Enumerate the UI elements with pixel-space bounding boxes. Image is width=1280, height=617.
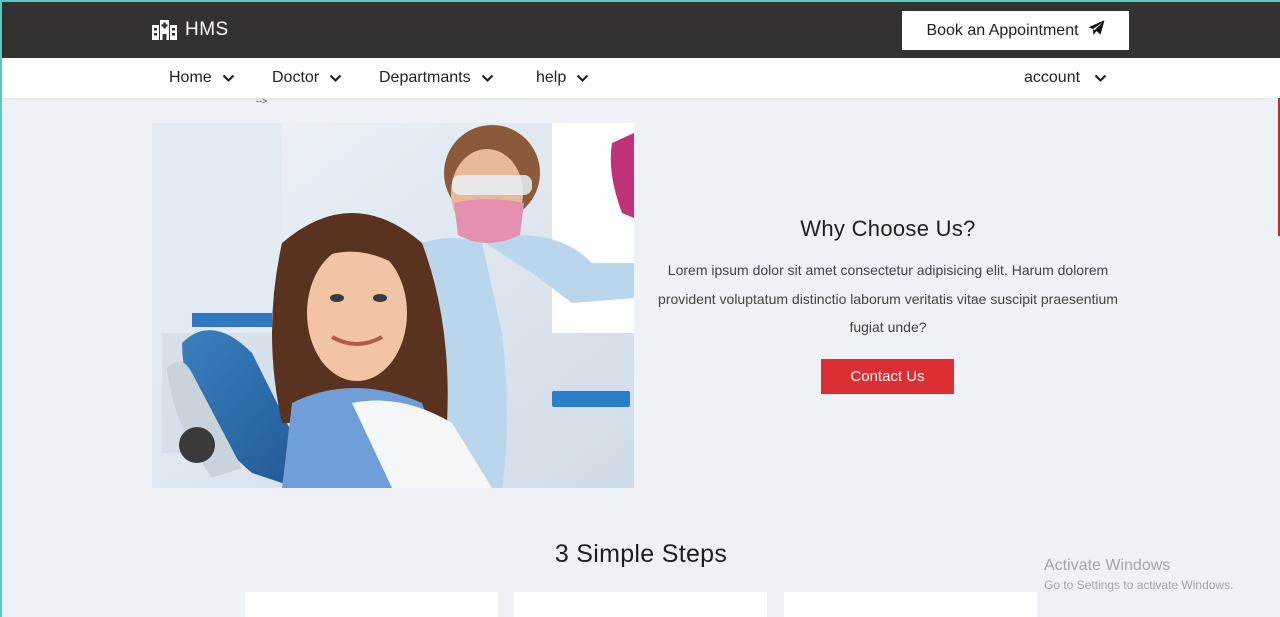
hospital-icon <box>152 20 177 40</box>
why-choose-us-text: Lorem ipsum dolor sit amet consectetur a… <box>658 262 1118 335</box>
nav-item-departments[interactable]: Departmants <box>379 58 494 98</box>
chevron-down-icon <box>329 74 342 83</box>
main-nav: Home Doctor Departmants help account <box>2 58 1280 98</box>
nav-item-home[interactable]: Home <box>169 58 235 98</box>
watermark-subtitle: Go to Settings to activate Windows. <box>1044 578 1234 592</box>
brand-name: HMS <box>185 19 229 40</box>
nav-item-account[interactable]: account <box>1024 58 1107 98</box>
chevron-down-icon <box>1094 74 1107 83</box>
why-choose-us-title: Why Choose Us? <box>800 216 976 241</box>
nav-item-help[interactable]: help <box>536 58 589 98</box>
book-appointment-button[interactable]: Book an Appointment <box>902 11 1129 50</box>
chevron-down-icon <box>576 74 589 83</box>
book-appointment-label: Book an Appointment <box>926 21 1079 39</box>
nav-item-label: account <box>1024 69 1081 86</box>
why-choose-us-section: Why Choose Us? Lorem ipsum dolor sit ame… <box>652 216 1124 342</box>
step-card <box>245 592 498 617</box>
step-card <box>514 592 767 617</box>
chevron-down-icon <box>481 74 494 83</box>
nav-item-label: help <box>536 69 567 86</box>
contact-us-button[interactable]: Contact Us <box>821 359 954 394</box>
dentist-patient-photo <box>152 123 634 488</box>
nav-item-label: Departmants <box>379 69 471 86</box>
watermark-title: Activate Windows <box>1044 557 1171 574</box>
chevron-down-icon <box>222 74 235 83</box>
nav-item-doctor[interactable]: Doctor <box>272 58 342 98</box>
nav-item-label: Doctor <box>272 69 320 86</box>
activate-windows-watermark: Activate Windows Go to Settings to activ… <box>1044 557 1233 592</box>
stray-comment-text: --> <box>256 96 268 106</box>
top-bar: HMS Book an Appointment <box>2 2 1280 58</box>
brand-logo[interactable]: HMS <box>152 18 229 42</box>
paper-plane-icon <box>1088 20 1105 41</box>
step-card <box>784 592 1037 617</box>
nav-item-label: Home <box>169 69 212 86</box>
